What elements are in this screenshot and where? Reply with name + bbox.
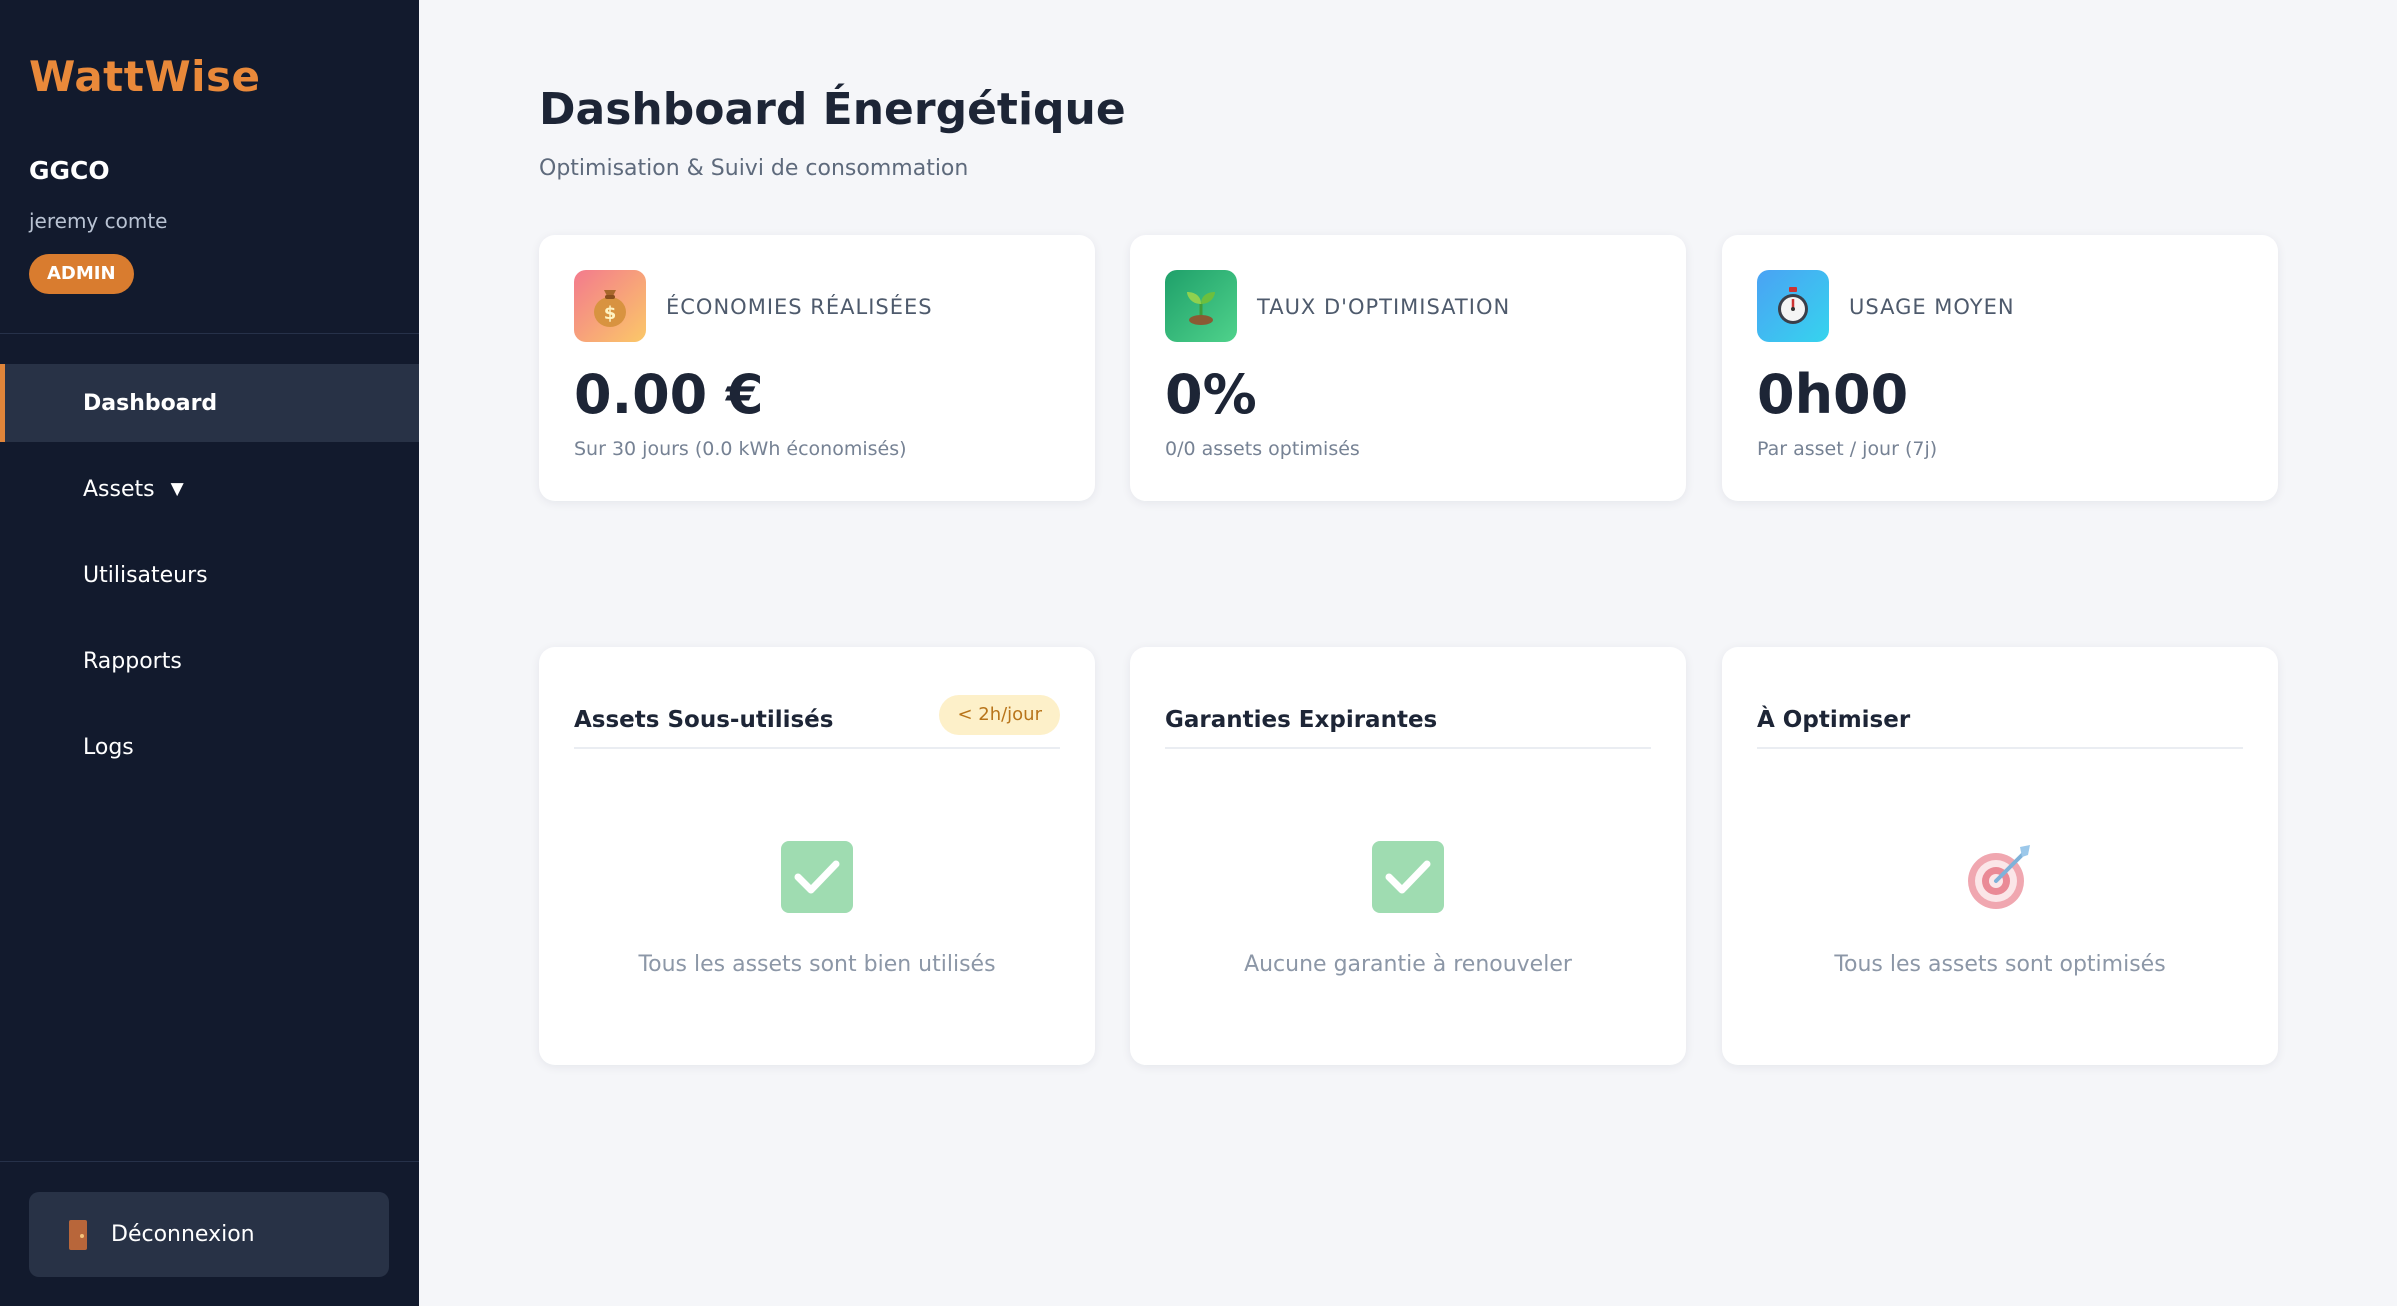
sidebar-divider (0, 333, 419, 334)
stat-value: 0% (1165, 363, 1257, 426)
stat-subtext: Par asset / jour (7j) (1757, 438, 1938, 460)
brand-logo[interactable]: WattWise (29, 52, 261, 101)
card-header: Assets Sous-utilisés < 2h/jour (574, 695, 1060, 749)
threshold-badge: < 2h/jour (939, 695, 1060, 735)
sidebar-item-reports[interactable]: Rapports (0, 622, 419, 700)
empty-state-text: Tous les assets sont bien utilisés (638, 952, 996, 977)
check-icon (1372, 841, 1444, 913)
sidebar-item-label: Dashboard (83, 390, 218, 416)
stat-card-savings: $ ÉCONOMIES RÉALISÉES 0.00 € Sur 30 jour… (539, 235, 1095, 501)
sidebar-item-label: Logs (83, 734, 134, 760)
card-header: Garanties Expirantes (1165, 695, 1651, 749)
sidebar-item-assets[interactable]: Assets ▼ (0, 450, 419, 528)
caret-down-icon: ▼ (170, 479, 184, 499)
empty-state-text: Tous les assets sont optimisés (1834, 952, 2166, 977)
seedling-icon (1165, 270, 1237, 342)
stat-label: USAGE MOYEN (1849, 295, 2015, 319)
stat-subtext: Sur 30 jours (0.0 kWh économisés) (574, 438, 907, 460)
stat-card-usage: USAGE MOYEN 0h00 Par asset / jour (7j) (1722, 235, 2278, 501)
sidebar-item-dashboard[interactable]: Dashboard (0, 364, 419, 442)
organization-name: GGCO (29, 156, 110, 185)
card-title: Assets Sous-utilisés (574, 707, 834, 733)
stat-card-optimization: TAUX D'OPTIMISATION 0% 0/0 assets optimi… (1130, 235, 1686, 501)
logout-label: Déconnexion (111, 1222, 255, 1247)
door-icon (69, 1219, 87, 1250)
stopwatch-icon (1757, 270, 1829, 342)
logout-button[interactable]: Déconnexion (29, 1192, 389, 1277)
to-optimize-card: À Optimiser Tous les assets sont optimis… (1722, 647, 2278, 1065)
sidebar: WattWise GGCO jeremy comte ADMIN Dashboa… (0, 0, 419, 1306)
stat-value: 0.00 € (574, 363, 764, 426)
user-name: jeremy comte (29, 209, 168, 233)
underused-assets-card: Assets Sous-utilisés < 2h/jour Tous les … (539, 647, 1095, 1065)
svg-text:$: $ (604, 303, 617, 324)
sidebar-divider (0, 1161, 419, 1162)
check-icon (781, 841, 853, 913)
page-subtitle: Optimisation & Suivi de consommation (539, 156, 969, 181)
stat-label: TAUX D'OPTIMISATION (1257, 295, 1511, 319)
empty-state-text: Aucune garantie à renouveler (1244, 952, 1572, 977)
stat-label: ÉCONOMIES RÉALISÉES (666, 295, 933, 319)
sidebar-item-users[interactable]: Utilisateurs (0, 536, 419, 614)
main-content: Dashboard Énergétique Optimisation & Sui… (419, 0, 2397, 1306)
card-header: À Optimiser (1757, 695, 2243, 749)
money-bag-icon: $ (574, 270, 646, 342)
role-badge: ADMIN (29, 254, 134, 294)
sidebar-item-label: Rapports (83, 648, 182, 674)
sidebar-item-label: Utilisateurs (83, 562, 208, 588)
card-title: À Optimiser (1757, 707, 1911, 733)
page-title: Dashboard Énergétique (539, 84, 1126, 135)
sidebar-item-logs[interactable]: Logs (0, 708, 419, 786)
sidebar-item-label: Assets (83, 476, 155, 502)
stat-subtext: 0/0 assets optimisés (1165, 438, 1360, 460)
target-icon (1964, 841, 2036, 913)
stat-value: 0h00 (1757, 363, 1909, 426)
card-title: Garanties Expirantes (1165, 707, 1438, 733)
expiring-warranties-card: Garanties Expirantes Aucune garantie à r… (1130, 647, 1686, 1065)
